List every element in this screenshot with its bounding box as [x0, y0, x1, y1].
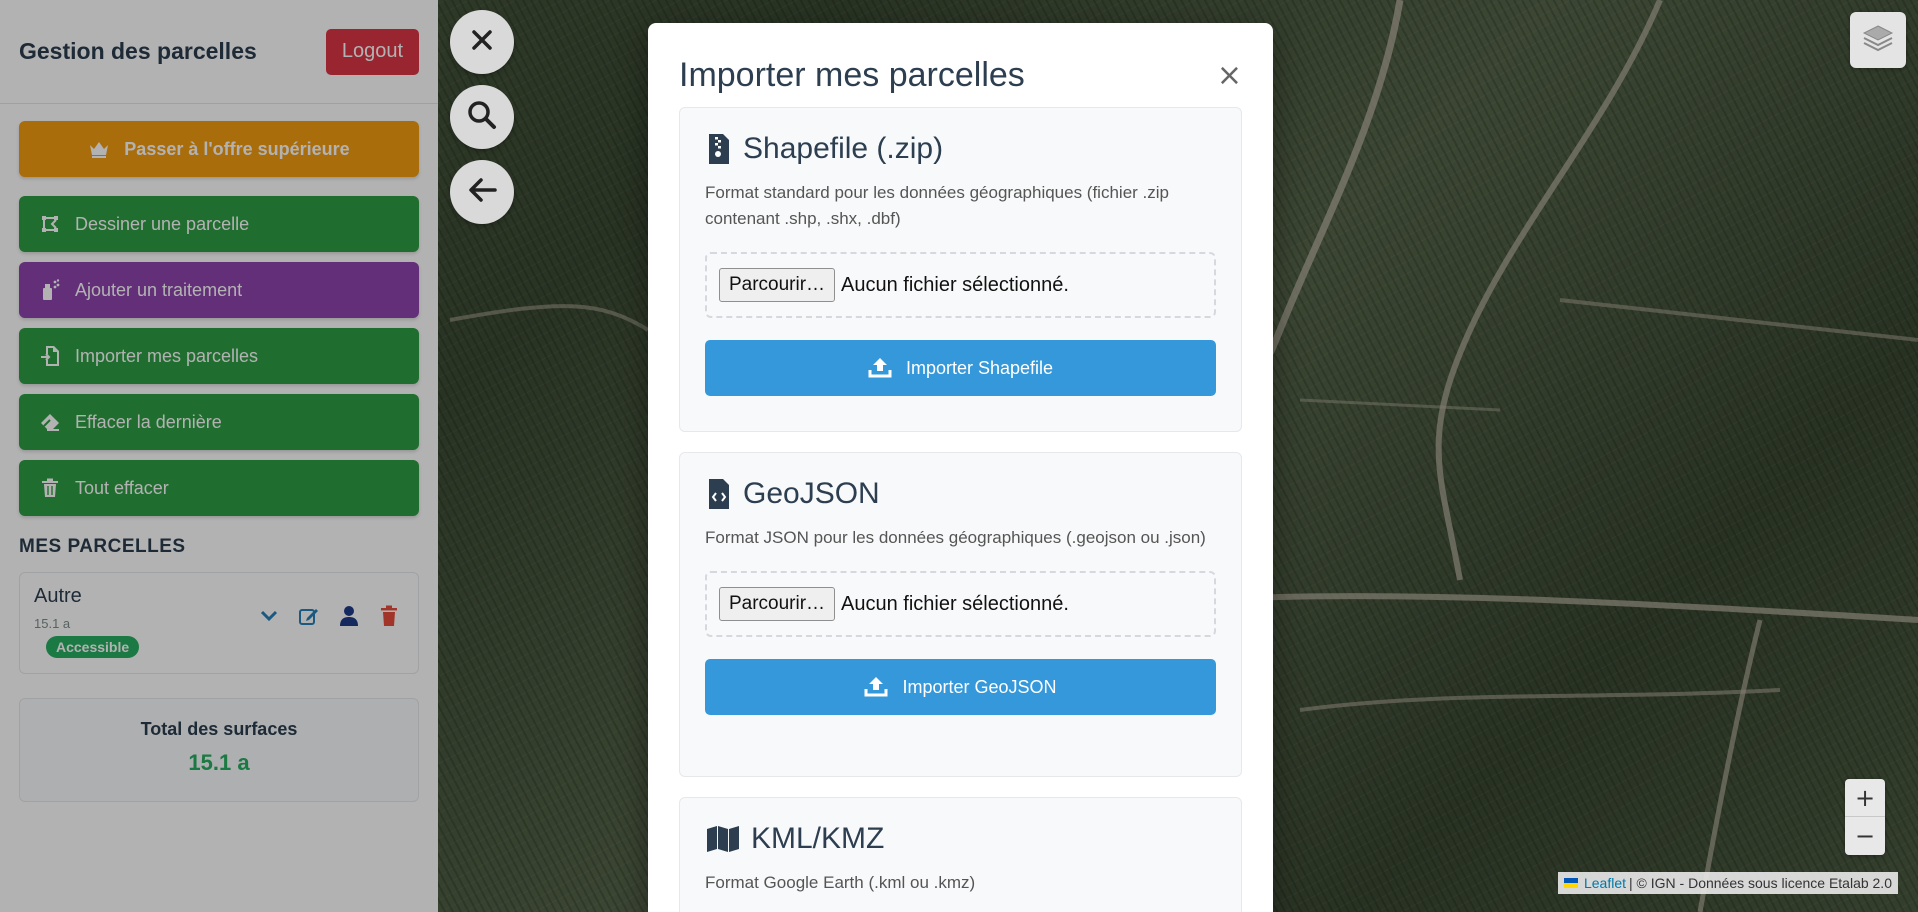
search-button[interactable] — [450, 85, 514, 149]
zoom-in-button[interactable]: + — [1845, 779, 1885, 817]
import-geojson-button[interactable]: Importer GeoJSON — [705, 659, 1216, 715]
ukraine-flag-icon — [1563, 878, 1578, 888]
import-shapefile-button[interactable]: Importer Shapefile — [705, 340, 1216, 396]
kml-title: KML/KMZ — [751, 822, 885, 855]
leaflet-link[interactable]: Leaflet — [1584, 875, 1626, 891]
shapefile-description: Format standard pour les données géograp… — [705, 183, 1169, 228]
import-modal: Importer mes parcelles × Shapefile (.zip… — [648, 23, 1273, 912]
file-zipper-icon — [705, 133, 733, 165]
back-button[interactable] — [450, 160, 514, 224]
upload-icon — [864, 675, 888, 699]
arrow-left-icon — [467, 177, 497, 208]
file-code-icon — [705, 478, 733, 510]
modal-close-button[interactable]: × — [1217, 61, 1242, 91]
layers-control[interactable] — [1850, 12, 1906, 68]
shapefile-browse-button[interactable]: Parcourir… — [719, 268, 835, 302]
upload-icon — [868, 356, 892, 380]
map-icon — [705, 823, 741, 855]
zoom-control: + − — [1845, 779, 1885, 855]
geojson-title: GeoJSON — [743, 477, 880, 510]
geojson-browse-button[interactable]: Parcourir… — [719, 587, 835, 621]
close-panel-button[interactable] — [450, 10, 514, 74]
search-icon — [467, 100, 497, 135]
kml-description: Format Google Earth (.kml ou .kmz) — [705, 873, 976, 892]
attribution-text: | © IGN - Données sous licence Etalab 2.… — [1629, 875, 1892, 891]
shapefile-card: Shapefile (.zip) Format standard pour le… — [679, 107, 1242, 432]
import-geojson-label: Importer GeoJSON — [902, 676, 1057, 697]
geojson-file-status: Aucun fichier sélectionné. — [841, 592, 1069, 615]
import-shapefile-label: Importer Shapefile — [905, 357, 1054, 378]
geojson-description: Format JSON pour les données géographiqu… — [705, 528, 1206, 547]
layers-icon — [1862, 23, 1894, 58]
kml-card: KML/KMZ Format Google Earth (.kml ou .km… — [679, 797, 1242, 912]
map-attribution: Leaflet | © IGN - Données sous licence E… — [1557, 872, 1898, 894]
geojson-card: GeoJSON Format JSON pour les données géo… — [679, 452, 1242, 777]
shapefile-title: Shapefile (.zip) — [743, 132, 944, 165]
modal-title: Importer mes parcelles — [679, 56, 1025, 94]
shapefile-file-status: Aucun fichier sélectionné. — [841, 273, 1069, 296]
shapefile-file-input[interactable]: Parcourir… Aucun fichier sélectionné. — [705, 252, 1216, 318]
geojson-file-input[interactable]: Parcourir… Aucun fichier sélectionné. — [705, 571, 1216, 637]
close-icon — [470, 28, 494, 57]
zoom-out-button[interactable]: − — [1845, 817, 1885, 855]
